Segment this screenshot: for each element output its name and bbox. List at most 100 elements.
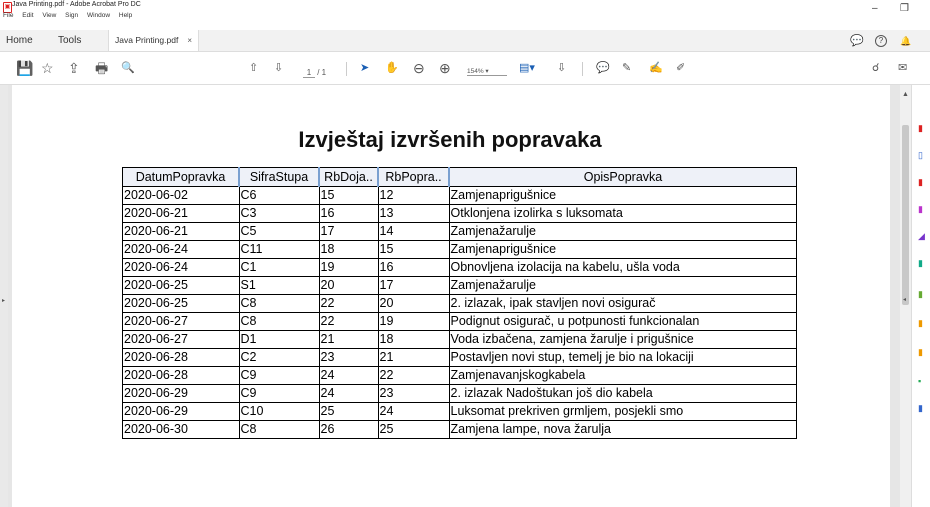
tab-bar: Home Tools Java Printing.pdf × xyxy=(0,30,930,52)
table-cell: Podignut osigurač, u potpunosti funkcion… xyxy=(448,312,797,331)
menu-sign[interactable]: Sign xyxy=(65,12,78,19)
table-cell: 23 xyxy=(318,348,379,367)
table-cell: 2020-06-21 xyxy=(122,222,240,241)
table-cell: 22 xyxy=(318,294,379,313)
minimize-button[interactable]: – xyxy=(872,3,878,14)
window-title: Java Printing.pdf - Adobe Acrobat Pro DC xyxy=(12,1,141,8)
fill-sign-icon[interactable]: ✐ xyxy=(676,61,685,76)
collapse-right-panel-icon[interactable]: ◂ xyxy=(903,296,906,303)
repairs-table: DatumPopravka SifraStupa RbDoja.. RbPopr… xyxy=(122,167,797,439)
chat-icon[interactable]: 💬 xyxy=(850,35,864,47)
table-row: 2020-06-02 C6 15 12 Zamjenaprigušnice xyxy=(122,186,797,205)
menu-file[interactable]: File xyxy=(3,12,13,19)
hand-tool-icon[interactable]: ✋ xyxy=(385,61,399,76)
right-tools-panel: ▮ ▯ ▮ ▮ ◢ ▮ ▮ ▮ ▮ ▪ ▮ xyxy=(911,85,930,507)
fill-sign-tool-icon[interactable]: ▪ xyxy=(918,376,926,386)
fit-page-icon[interactable]: ▤▾ xyxy=(519,61,535,76)
table-row: 2020-06-25 C8 22 20 2. izlazak, ipak stavlje… xyxy=(122,294,797,313)
column-header: RbPopra.. xyxy=(377,167,450,187)
help-icon[interactable]: ? xyxy=(875,35,887,47)
table-cell: 17 xyxy=(318,222,379,241)
table-cell: Zamjenaprigušnice xyxy=(448,186,797,205)
page-number-input[interactable]: 1 xyxy=(303,68,315,78)
save-icon[interactable]: 💾 xyxy=(16,61,33,76)
upload-icon[interactable]: ⇪ xyxy=(68,61,80,76)
table-cell: Otklonjena izolirka s luksomata xyxy=(448,204,797,223)
sign-icon[interactable]: ✍ xyxy=(649,61,663,76)
export-pdf-icon[interactable]: ▮ xyxy=(918,123,926,133)
table-cell: C8 xyxy=(238,312,320,331)
table-cell: C9 xyxy=(238,384,320,403)
expand-left-icon: ▸ xyxy=(2,298,6,304)
bell-icon[interactable]: 🔔 xyxy=(900,35,912,47)
redact-icon[interactable]: ▮ xyxy=(918,289,926,299)
menu-bar: File Edit View Sign Window Help xyxy=(0,12,760,22)
scroll-mode-icon[interactable]: ⇩ xyxy=(557,61,566,76)
comment-tool-icon[interactable]: ▮ xyxy=(918,204,926,214)
tab-home[interactable]: Home xyxy=(6,30,33,51)
share-link-icon[interactable]: ☌ xyxy=(872,61,879,76)
toolbar-divider xyxy=(346,62,347,76)
table-cell: 14 xyxy=(377,222,450,241)
table-cell: S1 xyxy=(238,276,320,295)
toolbar-divider xyxy=(582,62,583,76)
table-cell: 22 xyxy=(318,312,379,331)
table-cell: C11 xyxy=(238,240,320,259)
menu-edit[interactable]: Edit xyxy=(22,12,33,19)
tab-tools[interactable]: Tools xyxy=(58,30,81,51)
table-row: 2020-06-28 C2 23 21 Postavljen novi stup, te… xyxy=(122,348,797,367)
table-cell: 13 xyxy=(377,204,450,223)
table-cell: 24 xyxy=(318,384,379,403)
table-cell: 16 xyxy=(377,258,450,277)
table-cell: 19 xyxy=(318,258,379,277)
column-header: DatumPopravka xyxy=(122,167,240,187)
zoom-in-icon[interactable]: ⊕ xyxy=(439,61,451,76)
table-cell: 21 xyxy=(377,348,450,367)
table-cell: Luksomat prekriven grmljem, posjekli smo xyxy=(448,402,797,421)
table-cell: 2. izlazak, ipak stavljen novi osigurač xyxy=(448,294,797,313)
table-cell: 2020-06-24 xyxy=(122,258,240,277)
select-tool-icon[interactable]: ➤ xyxy=(360,61,369,76)
zoom-select[interactable]: 154% ▾ xyxy=(467,67,507,76)
search-icon[interactable]: 🔍 xyxy=(121,61,135,76)
restore-button[interactable]: ❐ xyxy=(900,3,909,14)
table-cell: 2020-06-27 xyxy=(122,312,240,331)
table-cell: 26 xyxy=(318,420,379,439)
protect-icon[interactable]: ▮ xyxy=(918,318,926,328)
edit-pdf-icon[interactable]: ▮ xyxy=(918,177,926,187)
table-cell: 17 xyxy=(377,276,450,295)
menu-window[interactable]: Window xyxy=(87,12,110,19)
table-cell: Zamjenažarulje xyxy=(448,222,797,241)
optimize-icon[interactable]: ▮ xyxy=(918,347,926,357)
create-pdf-icon[interactable]: ▯ xyxy=(918,150,926,160)
scrollbar-thumb[interactable] xyxy=(902,125,909,305)
table-cell: C8 xyxy=(238,294,320,313)
prev-page-icon[interactable]: ⇧ xyxy=(249,61,258,76)
tab-document[interactable]: Java Printing.pdf × xyxy=(108,30,199,51)
toolbar: 💾 ☆ ⇪ 🖶 🔍 ⇧ ⇩ 1 / 1 ➤ ✋ ⊖ ⊕ 154% ▾ ▤▾ ⇩ … xyxy=(0,52,930,85)
zoom-value: 154% xyxy=(467,68,484,75)
combine-icon[interactable]: ◢ xyxy=(918,231,926,241)
next-page-icon[interactable]: ⇩ xyxy=(274,61,283,76)
print-icon[interactable]: 🖶 xyxy=(95,61,108,76)
scroll-up-icon[interactable]: ▲ xyxy=(902,91,909,98)
mail-icon[interactable]: ✉ xyxy=(898,61,907,76)
table-cell: 2020-06-21 xyxy=(122,204,240,223)
table-cell: 22 xyxy=(377,366,450,385)
table-cell: 18 xyxy=(377,330,450,349)
tab-document-label: Java Printing.pdf xyxy=(115,35,179,45)
menu-help[interactable]: Help xyxy=(119,12,132,19)
zoom-out-icon[interactable]: ⊖ xyxy=(413,61,425,76)
close-tab-icon[interactable]: × xyxy=(187,36,192,45)
menu-view[interactable]: View xyxy=(42,12,56,19)
send-icon[interactable]: ▮ xyxy=(918,403,926,413)
page-total: / 1 xyxy=(317,68,327,77)
bookmark-icon[interactable]: ☆ xyxy=(41,61,54,76)
table-cell: 2020-06-30 xyxy=(122,420,240,439)
table-cell: C3 xyxy=(238,204,320,223)
table-row: 2020-06-24 C1 19 16 Obnovljena izolacija na … xyxy=(122,258,797,277)
highlight-icon[interactable]: ✎ xyxy=(622,61,631,76)
comment-icon[interactable]: 💬 xyxy=(596,61,610,76)
organize-icon[interactable]: ▮ xyxy=(918,258,926,268)
table-cell: D1 xyxy=(238,330,320,349)
